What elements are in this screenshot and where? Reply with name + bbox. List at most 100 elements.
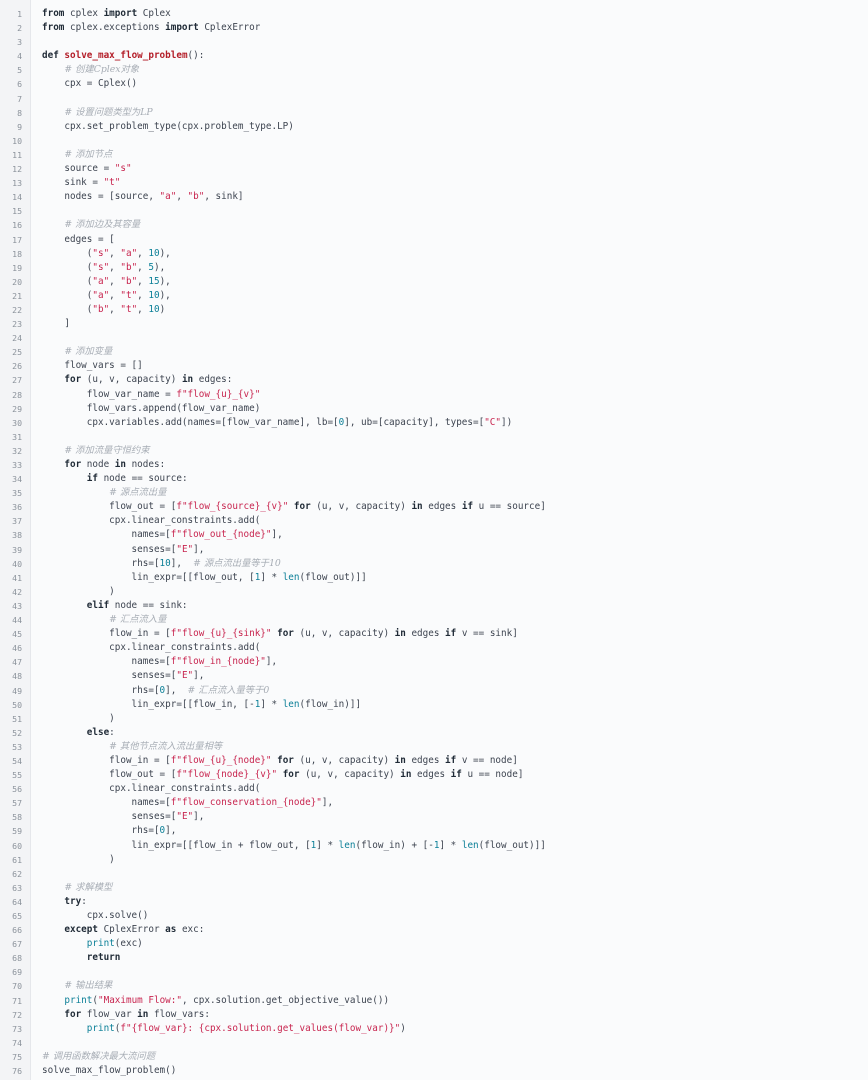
code-line[interactable]: 4 def solve_max_flow_problem(): — [0, 49, 868, 63]
code-line[interactable]: 14 nodes = [source, "a", "b", sink] — [0, 190, 868, 204]
line-text: except CplexError as exc: — [42, 923, 868, 937]
code-line[interactable]: 16 # 添加边及其容量 — [0, 218, 868, 232]
code-line[interactable]: 51 ) — [0, 712, 868, 726]
code-line[interactable]: 72 for flow_var in flow_vars: — [0, 1008, 868, 1022]
string-token: "s" — [114, 163, 132, 175]
code-line[interactable]: 31 — [0, 430, 868, 444]
code-line[interactable]: 68 return — [0, 951, 868, 965]
line-number: 2 — [17, 23, 22, 34]
code-line[interactable]: 29 flow_vars.append(flow_var_name) — [0, 402, 868, 416]
code-line[interactable]: 69 — [0, 965, 868, 979]
keyword-token: in — [181, 374, 194, 386]
code-line[interactable]: 75 # 调用函数解决最大流问题 — [0, 1050, 868, 1064]
code-line[interactable]: 48 senses=["E"], — [0, 669, 868, 683]
code-line[interactable]: 25 # 添加变量 — [0, 345, 868, 359]
code-line[interactable]: 13 sink = "t" — [0, 176, 868, 190]
code-line[interactable]: 44 # 汇点流入量 — [0, 613, 868, 627]
code-line[interactable]: 8 # 设置问题类型为LP — [0, 106, 868, 120]
code-line[interactable]: 5 # 创建Cplex对象 — [0, 63, 868, 77]
code-line[interactable]: 9 cpx.set_problem_type(cpx.problem_type.… — [0, 120, 868, 134]
code-line[interactable]: 37 cpx.linear_constraints.add( — [0, 514, 868, 528]
code-token: cpx.linear_constraints.add( — [42, 515, 261, 527]
code-line[interactable]: 73 print(f"{flow_var}: {cpx.solution.get… — [0, 1022, 868, 1036]
keyword-token: in — [411, 501, 423, 513]
code-token: ( — [42, 303, 93, 315]
code-line[interactable]: 45 flow_in = [f"flow_{u}_{sink}" for (u,… — [0, 627, 868, 641]
code-line[interactable]: 23 ] — [0, 317, 868, 331]
code-token: : — [109, 726, 115, 738]
code-line[interactable]: 43 elif node == sink: — [0, 599, 868, 613]
code-line[interactable]: 39 senses=["E"], — [0, 543, 868, 557]
code-line[interactable]: 3 — [0, 35, 868, 49]
code-line[interactable]: 35 # 源点流出量 — [0, 486, 868, 500]
code-area[interactable]: 1 from cplex import Cplex 2 from cplex.exce… — [0, 7, 868, 1078]
line-text: # 添加变量 — [42, 345, 868, 359]
code-line[interactable]: 71 print("Maximum Flow:", cpx.solution.g… — [0, 994, 868, 1008]
code-line[interactable]: 28 flow_var_name = f"flow_{u}_{v}" — [0, 388, 868, 402]
code-line[interactable]: 76 solve_max_flow_problem() — [0, 1064, 868, 1078]
code-line[interactable]: 11 # 添加节点 — [0, 148, 868, 162]
code-line[interactable]: 64 try: — [0, 895, 868, 909]
code-line[interactable]: 27 for (u, v, capacity) in edges: — [0, 373, 868, 387]
code-line[interactable]: 20 ("a", "b", 15), — [0, 275, 868, 289]
code-line[interactable]: 54 flow_in = [f"flow_{u}_{node}" for (u,… — [0, 754, 868, 768]
string-token: f"{flow_var}: {cpx.solution.get_values(f… — [120, 1022, 401, 1034]
code-line[interactable]: 21 ("a", "t", 10), — [0, 289, 868, 303]
code-line[interactable]: 58 senses=["E"], — [0, 810, 868, 824]
code-line[interactable]: 70 # 输出结果 — [0, 979, 868, 993]
code-line[interactable]: 61 ) — [0, 853, 868, 867]
code-line[interactable]: 2 from cplex.exceptions import CplexError — [0, 21, 868, 35]
code-line[interactable]: 26 flow_vars = [] — [0, 359, 868, 373]
code-line[interactable]: 38 names=[f"flow_out_{node}"], — [0, 528, 868, 542]
code-line[interactable]: 34 if node == source: — [0, 472, 868, 486]
line-text: elif node == sink: — [42, 599, 868, 613]
code-token: , — [137, 275, 149, 287]
code-line[interactable]: 46 cpx.linear_constraints.add( — [0, 641, 868, 655]
code-line[interactable]: 24 — [0, 331, 868, 345]
code-editor[interactable]: 1 from cplex import Cplex 2 from cplex.exce… — [0, 0, 868, 1080]
code-line[interactable]: 59 rhs=[0], — [0, 824, 868, 838]
code-line[interactable]: 66 except CplexError as exc: — [0, 923, 868, 937]
code-line[interactable]: 55 flow_out = [f"flow_{node}_{v}" for (u… — [0, 768, 868, 782]
code-line[interactable]: 19 ("s", "b", 5), — [0, 261, 868, 275]
code-line[interactable]: 18 ("s", "a", 10), — [0, 247, 868, 261]
code-token: senses=[ — [42, 670, 177, 682]
code-line[interactable]: 33 for node in nodes: — [0, 458, 868, 472]
code-line[interactable]: 74 — [0, 1036, 868, 1050]
code-line[interactable]: 40 rhs=[10], # 源点流出量等于10 — [0, 557, 868, 571]
string-token: "C" — [484, 416, 501, 428]
line-number: 73 — [12, 1023, 22, 1034]
code-line[interactable]: 60 lin_expr=[[flow_in + flow_out, [1] * … — [0, 839, 868, 853]
code-line[interactable]: 15 — [0, 204, 868, 218]
code-line[interactable]: 12 source = "s" — [0, 162, 868, 176]
code-line[interactable]: 67 print(exc) — [0, 937, 868, 951]
code-line[interactable]: 62 — [0, 867, 868, 881]
code-line[interactable]: 52 else: — [0, 726, 868, 740]
code-token: names=[ — [42, 529, 171, 541]
code-line[interactable]: 42 ) — [0, 585, 868, 599]
code-line[interactable]: 7 — [0, 92, 868, 106]
code-token: ) — [42, 853, 115, 865]
code-line[interactable]: 57 names=[f"flow_conservation_{node}"], — [0, 796, 868, 810]
code-line[interactable]: 63 # 求解模型 — [0, 881, 868, 895]
string-token: "b" — [92, 303, 110, 315]
code-line[interactable]: 49 rhs=[0], # 汇点流入量等于0 — [0, 684, 868, 698]
code-line[interactable]: 56 cpx.linear_constraints.add( — [0, 782, 868, 796]
code-line[interactable]: 10 — [0, 134, 868, 148]
code-token: edges — [411, 769, 451, 781]
code-line[interactable]: 30 cpx.variables.add(names=[flow_var_nam… — [0, 416, 868, 430]
code-line[interactable]: 47 names=[f"flow_in_{node}"], — [0, 655, 868, 669]
code-line[interactable]: 22 ("b", "t", 10) — [0, 303, 868, 317]
code-line[interactable]: 36 flow_out = [f"flow_{source}_{v}" for … — [0, 500, 868, 514]
code-line[interactable]: 1 from cplex import Cplex — [0, 7, 868, 21]
code-line[interactable]: 65 cpx.solve() — [0, 909, 868, 923]
code-line[interactable]: 53 # 其他节点流入流出量相等 — [0, 740, 868, 754]
code-token: ), — [159, 289, 171, 301]
code-line[interactable]: 6 cpx = Cplex() — [0, 77, 868, 91]
code-line[interactable]: 17 edges = [ — [0, 233, 868, 247]
code-line[interactable]: 32 # 添加流量守恒约束 — [0, 444, 868, 458]
code-line[interactable]: 50 lin_expr=[[flow_in, [-1] * len(flow_i… — [0, 698, 868, 712]
code-line[interactable]: 41 lin_expr=[[flow_out, [1] * len(flow_o… — [0, 571, 868, 585]
